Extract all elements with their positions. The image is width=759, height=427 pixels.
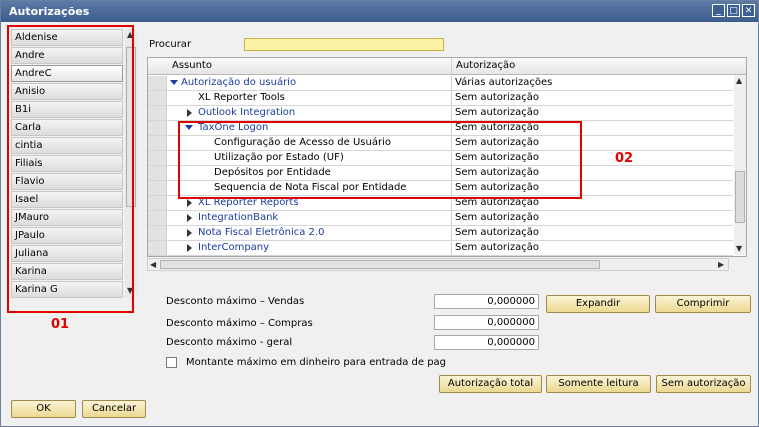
grid-horizontal-scrollbar[interactable]: ◀ ▶ — [147, 258, 729, 271]
row-gutter — [148, 121, 167, 135]
authorizations-window: Autorizações _ □ ✕ Aldenise Andre AndreC… — [0, 0, 759, 427]
row-gutter — [148, 91, 167, 105]
scroll-down-icon[interactable]: ▼ — [736, 244, 742, 253]
row-divider — [451, 226, 452, 240]
grid-header: Assunto Autorização — [148, 58, 746, 75]
ok-button[interactable]: OK — [11, 400, 76, 418]
row-divider — [451, 211, 452, 225]
max-discount-purchases-label: Desconto máximo – Compras — [166, 318, 313, 329]
row-gutter — [148, 196, 167, 210]
scroll-up-icon[interactable]: ▲ — [736, 76, 742, 85]
grid-row[interactable]: XL Reporter Tools Sem autorização — [148, 91, 733, 106]
collapsed-icon[interactable] — [187, 229, 192, 237]
maximize-icon[interactable]: □ — [727, 4, 740, 17]
row-authorization-value[interactable]: Sem autorização — [455, 242, 539, 253]
collapsed-icon[interactable] — [187, 244, 192, 252]
row-subject: IntegrationBank — [198, 212, 279, 223]
column-header-authorization[interactable]: Autorização — [456, 60, 515, 71]
row-divider — [451, 91, 452, 105]
collapsed-icon[interactable] — [187, 199, 192, 207]
row-subject: Outlook Integration — [198, 107, 296, 118]
row-gutter — [148, 166, 167, 180]
row-divider — [451, 106, 452, 120]
annotation-label-02: 02 — [615, 151, 634, 166]
row-authorization-value[interactable]: Sem autorização — [455, 107, 539, 118]
grid-row[interactable]: Nota Fiscal Eletrônica 2.0 Sem autorizaç… — [148, 226, 733, 241]
search-label: Procurar — [149, 39, 192, 50]
max-discount-sales-field[interactable]: 0,000000 — [434, 294, 539, 309]
row-divider — [451, 241, 452, 255]
annotation-label-01: 01 — [51, 317, 70, 332]
max-discount-general-label: Desconto máximo - geral — [166, 337, 293, 348]
scrollbar-thumb[interactable] — [735, 171, 745, 223]
row-divider — [451, 76, 452, 90]
grid-row[interactable]: Autorização do usuário Várias autorizaçõ… — [148, 76, 733, 91]
scroll-left-icon[interactable]: ◀ — [150, 260, 156, 269]
row-authorization-value[interactable]: Sem autorização — [455, 212, 539, 223]
grid-row[interactable]: IntegrationBank Sem autorização — [148, 211, 733, 226]
row-gutter — [148, 106, 167, 120]
row-gutter — [148, 226, 167, 240]
expand-button[interactable]: Expandir — [546, 295, 650, 313]
max-discount-general-field[interactable]: 0,000000 — [434, 335, 539, 350]
full-authorization-button[interactable]: Autorização total — [439, 375, 542, 393]
grid-vertical-scrollbar[interactable]: ▲ ▼ — [734, 75, 746, 255]
scrollbar-thumb[interactable] — [160, 260, 600, 269]
collapsed-icon[interactable] — [187, 109, 192, 117]
collapse-button[interactable]: Comprimir — [655, 295, 751, 313]
row-gutter — [148, 211, 167, 225]
search-input[interactable] — [244, 38, 444, 51]
close-icon[interactable]: ✕ — [742, 4, 755, 17]
row-subject: Autorização do usuário — [181, 77, 297, 88]
row-authorization-value[interactable]: Sem autorização — [455, 92, 539, 103]
grid-row[interactable]: InterCompany Sem autorização — [148, 241, 733, 256]
scroll-right-icon[interactable]: ▶ — [718, 260, 724, 269]
no-authorization-button[interactable]: Sem autorização — [656, 375, 751, 393]
column-header-subject[interactable]: Assunto — [172, 60, 212, 71]
annotation-box-02 — [178, 121, 582, 199]
row-gutter — [148, 241, 167, 255]
read-only-button[interactable]: Somente leitura — [546, 375, 651, 393]
row-subject: InterCompany — [198, 242, 270, 253]
row-subject: XL Reporter Tools — [198, 92, 285, 103]
max-discount-purchases-field[interactable]: 0,000000 — [434, 315, 539, 330]
window-title: Autorizações — [9, 5, 90, 18]
max-cash-amount-label: Montante máximo em dinheiro para entrada… — [186, 357, 447, 368]
row-gutter — [148, 136, 167, 150]
annotation-box-01 — [7, 25, 134, 313]
max-discount-sales-label: Desconto máximo – Vendas — [166, 296, 305, 307]
max-cash-amount-checkbox[interactable] — [166, 357, 177, 368]
row-subject: Nota Fiscal Eletrônica 2.0 — [198, 227, 325, 238]
title-bar: Autorizações _ □ ✕ — [1, 1, 758, 22]
row-gutter — [148, 151, 167, 165]
minimize-icon[interactable]: _ — [712, 4, 725, 17]
grid-row[interactable]: Outlook Integration Sem autorização — [148, 106, 733, 121]
cancel-button[interactable]: Cancelar — [82, 400, 146, 418]
row-authorization-value[interactable]: Sem autorização — [455, 227, 539, 238]
row-gutter — [148, 76, 167, 90]
column-divider[interactable] — [451, 58, 452, 74]
expanded-icon[interactable] — [170, 80, 178, 85]
collapsed-icon[interactable] — [187, 214, 192, 222]
row-authorization-value[interactable]: Várias autorizações — [455, 77, 552, 88]
row-gutter — [148, 181, 167, 195]
